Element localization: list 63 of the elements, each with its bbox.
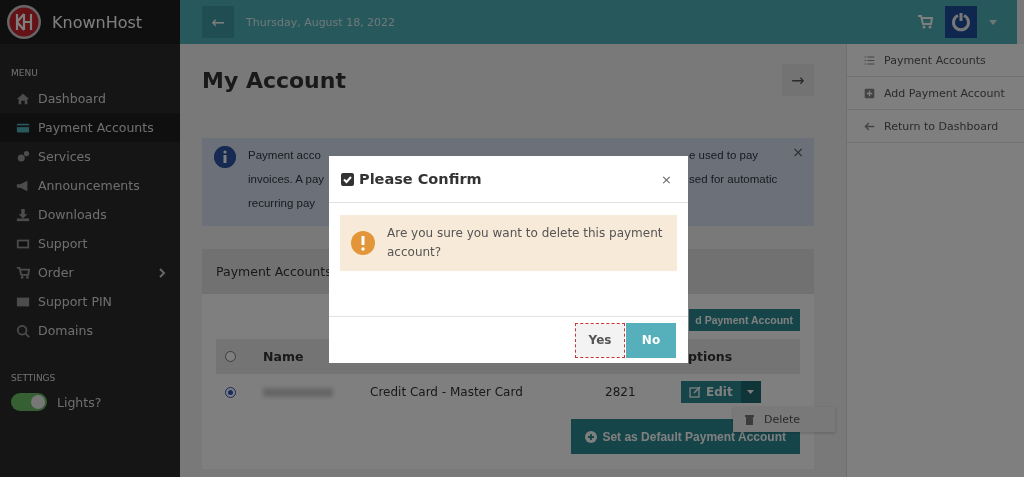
table-cell: 2821 — [605, 385, 636, 399]
alert-text: invoices. A pay — [248, 172, 326, 187]
page-title: My Account — [202, 67, 347, 93]
alert-text: e used to pay — [689, 148, 760, 163]
nav-link[interactable]: Return to Dashboard — [847, 110, 1024, 143]
sidebar-item[interactable]: Dashboard — [0, 84, 180, 113]
edit-icon — [689, 386, 701, 398]
list-icon — [864, 54, 875, 66]
secondary-button[interactable]: Yes — [575, 322, 625, 358]
cart-icon[interactable] — [917, 14, 933, 30]
sidebar-item[interactable]: Downloads — [0, 200, 180, 229]
plus-icon — [864, 87, 875, 99]
section-label: MENU — [10, 67, 39, 80]
nav-link[interactable]: Payment Accounts — [847, 44, 1024, 77]
download-icon — [16, 207, 30, 222]
lights-toggle[interactable] — [11, 393, 47, 411]
cart-icon — [16, 265, 30, 280]
sidebar-item[interactable]: Services — [0, 142, 180, 171]
megaphone-icon — [16, 178, 30, 193]
back-button[interactable]: ← — [202, 6, 234, 38]
trash-icon — [745, 414, 754, 425]
arrow-left-icon — [864, 120, 875, 132]
sidebar-item[interactable]: Domains — [0, 316, 180, 345]
alert-text: Payment acco — [248, 148, 322, 163]
alert-text: sed for automatic — [689, 172, 778, 187]
sidebar-item[interactable]: Support — [0, 229, 180, 258]
date-label: Thursday, August 18, 2022 — [246, 15, 396, 29]
sidebar-item[interactable]: Support PIN — [0, 287, 180, 316]
column-header: Name — [263, 349, 304, 364]
card-title: Payment Accounts — [216, 264, 332, 279]
dropdown-toggle[interactable] — [740, 381, 761, 403]
blurred-name — [263, 387, 333, 397]
section-label: SETTINGS — [10, 372, 57, 385]
search-icon — [16, 323, 30, 338]
table-cell: Credit Card - Master Card — [370, 385, 523, 399]
exclamation-icon — [351, 231, 375, 255]
sidebar-item[interactable]: Payment Accounts — [0, 113, 180, 142]
select-all-radio[interactable] — [225, 351, 236, 362]
home-icon — [16, 91, 30, 106]
checkbox-icon — [341, 172, 354, 186]
row-radio[interactable] — [225, 386, 236, 398]
caret-icon — [747, 390, 755, 394]
brand-name: KnownHost — [52, 12, 143, 32]
nav-link[interactable]: Add Payment Account — [847, 77, 1024, 110]
close-button[interactable]: × — [790, 144, 806, 160]
alert-text: recurring pay — [248, 196, 317, 211]
dialog-title: Please Confirm — [359, 171, 483, 187]
primary-button[interactable]: No — [626, 322, 676, 358]
power-avatar[interactable] — [945, 6, 977, 38]
info-icon — [214, 146, 236, 168]
caret-icon[interactable] — [989, 19, 997, 25]
toggle-label: Lights? — [57, 394, 102, 410]
warning-message: Are you sure you want to delete this payment account? — [387, 225, 664, 261]
forward-button[interactable]: → — [782, 64, 814, 96]
column-header: ptions — [688, 349, 733, 364]
logo-icon — [6, 4, 42, 40]
close-button[interactable]: × — [657, 171, 676, 187]
add-payment-account-button[interactable]: d Payment Account — [689, 309, 800, 331]
sidebar-item[interactable]: Order — [0, 258, 180, 287]
edit-button[interactable]: Edit — [681, 381, 741, 403]
gears-icon — [16, 149, 30, 164]
sidebar-item[interactable]: Announcements — [0, 171, 180, 200]
plus-circle-icon — [585, 430, 598, 443]
